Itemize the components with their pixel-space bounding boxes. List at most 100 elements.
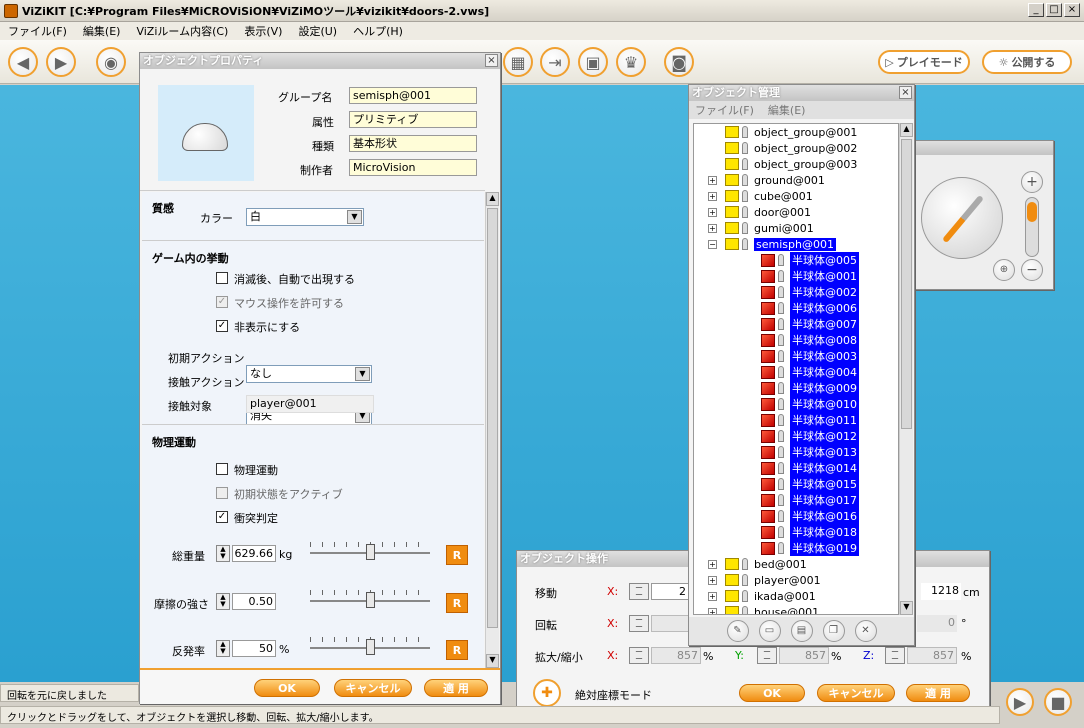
move-z-input[interactable]: 1218 <box>921 583 961 600</box>
move-x-spinner[interactable]: — — <box>629 583 649 600</box>
tree-item-group[interactable]: + door@001 <box>708 204 811 220</box>
lock-icon[interactable] <box>742 222 748 234</box>
lock-icon[interactable] <box>778 446 784 458</box>
globe-icon[interactable]: ◉ <box>96 47 126 77</box>
lock-icon[interactable] <box>742 158 748 170</box>
object-tree[interactable]: object_group@001 object_group@002 object_g… <box>693 123 899 615</box>
lock-icon[interactable] <box>778 334 784 346</box>
tree-item-child[interactable]: 半球体@007 <box>744 316 859 332</box>
objop-apply-button[interactable]: 適 用 <box>906 684 970 702</box>
bounce-reset-button[interactable]: R <box>446 640 468 660</box>
lock-icon[interactable] <box>778 478 784 490</box>
tree-item-group[interactable]: object_group@001 <box>708 124 857 140</box>
lock-icon[interactable] <box>778 430 784 442</box>
mouse-op-checkbox[interactable]: ✓ <box>216 296 228 308</box>
move-x-input[interactable]: 2 <box>651 583 689 600</box>
menu-room-content[interactable]: ViZiルーム内容(C) <box>128 23 236 39</box>
tree-item-child[interactable]: 半球体@006 <box>744 300 859 316</box>
box-off-icon[interactable]: ▣ <box>578 47 608 77</box>
rotate-x-spinner[interactable]: — — <box>629 615 649 632</box>
folder-icon[interactable]: ▭ <box>758 620 781 642</box>
lock-icon[interactable] <box>742 174 748 186</box>
tree-item-child[interactable]: 半球体@003 <box>744 348 859 364</box>
menu-file[interactable]: ファイル(F) <box>0 23 75 39</box>
abs-coord-icon[interactable]: ✚ <box>533 679 561 707</box>
lock-icon[interactable] <box>778 398 784 410</box>
props-cancel-button[interactable]: キャンセル <box>334 679 412 697</box>
maximize-button[interactable]: □ <box>1046 3 1062 17</box>
objop-cancel-button[interactable]: キャンセル <box>817 684 895 702</box>
zoom-slider-thumb[interactable] <box>1027 202 1037 222</box>
tree-item-child[interactable]: 半球体@010 <box>744 396 859 412</box>
properties-scrollbar[interactable]: ▲ ▼ <box>485 192 499 668</box>
mass-slider-thumb[interactable] <box>366 544 375 560</box>
expand-icon[interactable]: + <box>708 559 717 569</box>
play-icon[interactable]: ▶ <box>1006 688 1034 716</box>
lock-icon[interactable] <box>778 254 784 266</box>
lock-icon[interactable] <box>778 318 784 330</box>
delete-icon[interactable]: ✕ <box>854 620 877 642</box>
scroll-up-icon[interactable]: ▲ <box>486 192 499 206</box>
tree-item-child[interactable]: 半球体@013 <box>744 444 859 460</box>
tree-item-child[interactable]: 半球体@015 <box>744 476 859 492</box>
group-name-field[interactable]: semisph@001 <box>349 87 477 104</box>
lock-icon[interactable] <box>778 542 784 554</box>
tree-item-child[interactable]: 半球体@002 <box>744 284 859 300</box>
crosshair-icon[interactable]: ⊕ <box>993 259 1015 281</box>
object-properties-close-icon[interactable]: × <box>485 54 498 67</box>
lock-icon[interactable] <box>742 574 748 586</box>
tree-scroll-thumb[interactable] <box>901 139 912 429</box>
tree-item-child[interactable]: 半球体@001 <box>744 268 859 284</box>
lock-icon[interactable] <box>742 558 748 570</box>
lock-icon[interactable] <box>778 366 784 378</box>
grid-off-icon[interactable]: ▦ <box>503 47 533 77</box>
tree-item-group[interactable]: + gumi@001 <box>708 220 814 236</box>
friction-input[interactable]: 0.50 <box>232 593 276 610</box>
lock-icon[interactable] <box>742 238 748 250</box>
objmgr-menu-edit[interactable]: 編集(E) <box>768 102 806 118</box>
menu-settings[interactable]: 設定(U) <box>290 23 345 39</box>
lock-icon[interactable] <box>778 414 784 426</box>
tree-item-child[interactable]: 半球体@008 <box>744 332 859 348</box>
lock-icon[interactable] <box>742 590 748 602</box>
tree-item-group-selected[interactable]: − semisph@001 <box>708 236 836 252</box>
back-icon[interactable]: ◀ <box>8 47 38 77</box>
tree-item-group[interactable]: + ground@001 <box>708 172 825 188</box>
objmgr-menu-file[interactable]: ファイル(F) <box>695 102 754 118</box>
rotate-z-input[interactable]: 0 <box>917 615 957 632</box>
scale-y-spinner[interactable]: — — <box>757 647 777 664</box>
edit-icon[interactable]: ✎ <box>726 620 749 642</box>
bounce-spinner[interactable]: ▲ ▼ <box>216 640 230 657</box>
friction-reset-button[interactable]: R <box>446 593 468 613</box>
lock-icon[interactable] <box>778 526 784 538</box>
init-active-checkbox[interactable] <box>216 487 228 499</box>
init-action-select[interactable]: なし ▼ <box>246 365 372 383</box>
lock-icon[interactable] <box>778 286 784 298</box>
lock-icon[interactable] <box>778 270 784 282</box>
tree-item-group[interactable]: + cube@001 <box>708 188 813 204</box>
play-mode-button[interactable]: ▷ プレイモード <box>878 50 970 74</box>
physics-checkbox[interactable] <box>216 463 228 475</box>
tree-item-child[interactable]: 半球体@017 <box>744 492 859 508</box>
zoom-slider[interactable] <box>1025 197 1039 257</box>
lock-icon[interactable] <box>778 510 784 522</box>
camera-panel-titlebar[interactable] <box>913 141 1053 155</box>
expand-icon[interactable]: − <box>708 239 717 249</box>
tree-scroll-up-icon[interactable]: ▲ <box>900 123 913 137</box>
camera-icon[interactable]: ◙ <box>664 47 694 77</box>
object-properties-titlebar[interactable]: オブジェクトプロパティ × <box>140 53 500 69</box>
expand-icon[interactable]: + <box>708 207 717 217</box>
expand-icon[interactable]: + <box>708 575 717 585</box>
expand-icon[interactable]: + <box>708 223 717 233</box>
close-button[interactable]: × <box>1064 3 1080 17</box>
forward-icon[interactable]: ▶ <box>46 47 76 77</box>
mass-input[interactable]: 629.66 <box>232 545 276 562</box>
mass-slider[interactable] <box>310 542 430 562</box>
lock-icon[interactable] <box>742 606 748 614</box>
lock-icon[interactable] <box>778 350 784 362</box>
tree-item-child[interactable]: 半球体@009 <box>744 380 859 396</box>
objop-ok-button[interactable]: OK <box>739 684 805 702</box>
friction-spinner[interactable]: ▲ ▼ <box>216 593 230 610</box>
scale-z-spinner[interactable]: — — <box>885 647 905 664</box>
object-manager-close-icon[interactable]: × <box>899 86 912 99</box>
